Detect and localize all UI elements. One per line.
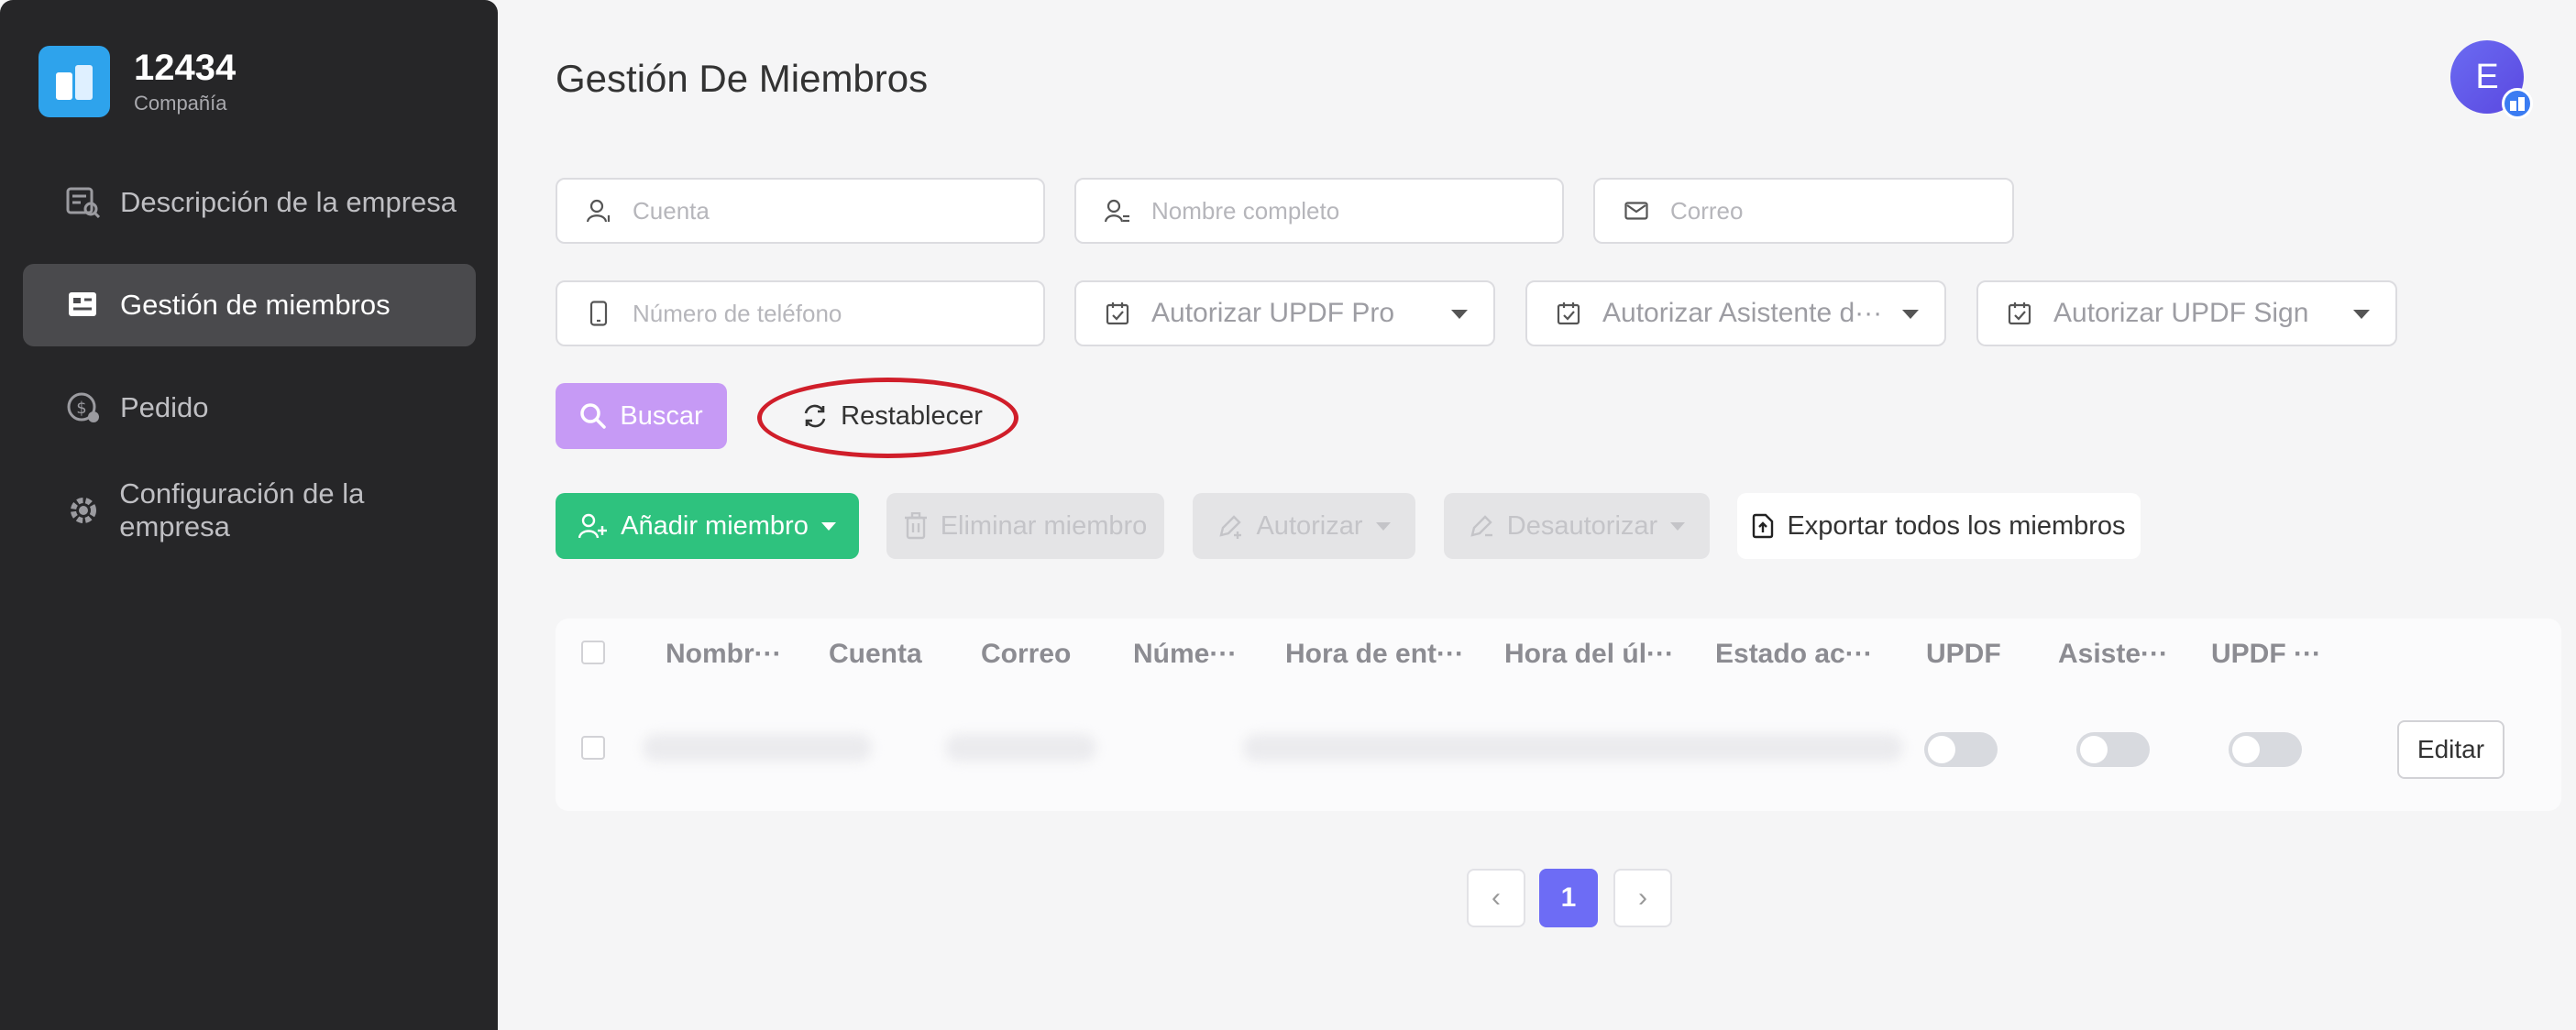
company-name: 12434 <box>134 48 237 88</box>
user-icon <box>585 197 612 225</box>
authorize-button[interactable]: Autorizar <box>1193 493 1415 559</box>
page-title: Gestión De Miembros <box>556 57 929 100</box>
email-input[interactable] <box>1670 196 1982 225</box>
calendar-check-icon <box>1555 300 1582 327</box>
gear-icon <box>65 492 101 529</box>
mail-icon <box>1623 197 1650 225</box>
sidebar-item-label: Gestión de miembros <box>120 289 391 321</box>
delete-member-label: Eliminar miembro <box>940 510 1148 541</box>
column-header-name[interactable]: Nombr··· <box>666 639 782 670</box>
prev-page-button[interactable]: ‹ <box>1467 869 1525 927</box>
sidebar-item-order[interactable]: $ Pedido <box>23 367 476 449</box>
calendar-check-icon <box>1104 300 1131 327</box>
refresh-icon <box>802 403 828 429</box>
column-header-join-time[interactable]: Hora de ent··· <box>1285 639 1464 670</box>
chevron-down-icon <box>1375 521 1391 531</box>
pen-minus-icon <box>1469 513 1494 539</box>
column-header-assistant[interactable]: Asiste··· <box>2058 639 2168 670</box>
column-header-last-time[interactable]: Hora del úl··· <box>1504 639 1674 670</box>
sidebar-item-label: Pedido <box>120 391 209 423</box>
page-1-button[interactable]: 1 <box>1539 869 1598 927</box>
reset-button[interactable]: Restablecer <box>766 383 1018 449</box>
sidebar-item-company-settings[interactable]: Configuración de la empresa <box>23 469 476 552</box>
assistant-toggle[interactable] <box>2076 732 2150 767</box>
chevron-down-icon <box>1902 310 1919 319</box>
order-icon: $ <box>65 389 102 426</box>
fullname-field[interactable] <box>1074 178 1564 244</box>
authorize-assistant-select[interactable]: Autorizar Asistente d··· <box>1525 280 1946 346</box>
column-header-updf-sign[interactable]: UPDF ··· <box>2211 639 2321 670</box>
phone-field[interactable] <box>556 280 1045 346</box>
phone-input[interactable] <box>633 299 999 328</box>
account-field[interactable] <box>556 178 1045 244</box>
reset-label: Restablecer <box>841 400 983 431</box>
avatar-letter: E <box>2475 57 2499 96</box>
fullname-input[interactable] <box>1151 196 1518 225</box>
chevron-down-icon <box>820 521 836 531</box>
sidebar-item-company-description[interactable]: Descripción de la empresa <box>23 161 476 244</box>
column-header-phone[interactable]: Núme··· <box>1133 639 1237 670</box>
sidebar-item-label: Configuración de la empresa <box>119 477 365 542</box>
delete-member-button[interactable]: Eliminar miembro <box>886 493 1164 559</box>
column-header-updf[interactable]: UPDF <box>1926 639 2001 670</box>
avatar[interactable]: E <box>2450 40 2533 119</box>
row-checkbox[interactable] <box>581 736 605 760</box>
column-header-email[interactable]: Correo <box>981 639 1071 670</box>
add-member-button[interactable]: Añadir miembro <box>556 493 859 559</box>
add-member-label: Añadir miembro <box>621 510 809 541</box>
members-table: Nombr··· Cuenta Correo Núme··· Hora de e… <box>556 619 2561 811</box>
column-header-account[interactable]: Cuenta <box>829 639 922 670</box>
export-all-label: Exportar todos los miembros <box>1787 510 2126 541</box>
account-input[interactable] <box>633 196 999 225</box>
chevron-right-icon: › <box>1638 882 1647 913</box>
company-subtitle: Compañía <box>134 92 227 115</box>
redacted-times <box>1243 734 1903 762</box>
company-description-icon <box>65 184 102 221</box>
export-icon <box>1752 513 1774 539</box>
authorize-pro-select[interactable]: Autorizar UPDF Pro <box>1074 280 1495 346</box>
search-button[interactable]: Buscar <box>556 383 727 449</box>
select-all-checkbox[interactable] <box>581 641 605 664</box>
authorize-assistant-value: Autorizar Asistente d··· <box>1602 298 1883 328</box>
add-user-icon <box>578 513 608 539</box>
redacted-name <box>643 734 872 762</box>
sidebar: 12434 Compañía Descripción de la empresa… <box>0 0 498 1030</box>
authorize-pro-value: Autorizar UPDF Pro <box>1151 298 1395 328</box>
sidebar-item-member-management[interactable]: Gestión de miembros <box>23 264 476 346</box>
sidebar-item-label: Descripción de la empresa <box>120 186 457 218</box>
brand: 12434 Compañía <box>39 46 236 117</box>
authorize-sign-select[interactable]: Autorizar UPDF Sign <box>1976 280 2397 346</box>
pen-plus-icon <box>1217 513 1243 539</box>
company-badge-icon <box>2502 88 2533 119</box>
chevron-left-icon: ‹ <box>1492 882 1501 913</box>
chevron-down-icon <box>1451 310 1468 319</box>
search-icon <box>579 402 607 430</box>
user-list-icon <box>1104 197 1131 225</box>
export-all-button[interactable]: Exportar todos los miembros <box>1737 493 2141 559</box>
building-icon <box>39 46 110 117</box>
updf-sign-toggle[interactable] <box>2229 732 2302 767</box>
deauthorize-button[interactable]: Desautorizar <box>1444 493 1710 559</box>
authorize-label: Autorizar <box>1256 510 1363 541</box>
member-management-icon <box>65 287 102 323</box>
search-label: Buscar <box>620 400 703 431</box>
column-header-status[interactable]: Estado ac··· <box>1715 639 1873 670</box>
edit-button[interactable]: Editar <box>2397 720 2504 779</box>
chevron-down-icon <box>1670 521 1686 531</box>
calendar-check-icon <box>2006 300 2033 327</box>
trash-icon <box>904 512 928 540</box>
redacted-email <box>945 734 1096 762</box>
deauthorize-label: Desautorizar <box>1506 510 1658 541</box>
svg-text:$: $ <box>76 399 86 418</box>
phone-icon <box>585 300 612 327</box>
updf-pro-toggle[interactable] <box>1924 732 1998 767</box>
authorize-sign-value: Autorizar UPDF Sign <box>2053 298 2309 328</box>
email-field[interactable] <box>1593 178 2014 244</box>
next-page-button[interactable]: › <box>1613 869 1672 927</box>
chevron-down-icon <box>2353 310 2370 319</box>
